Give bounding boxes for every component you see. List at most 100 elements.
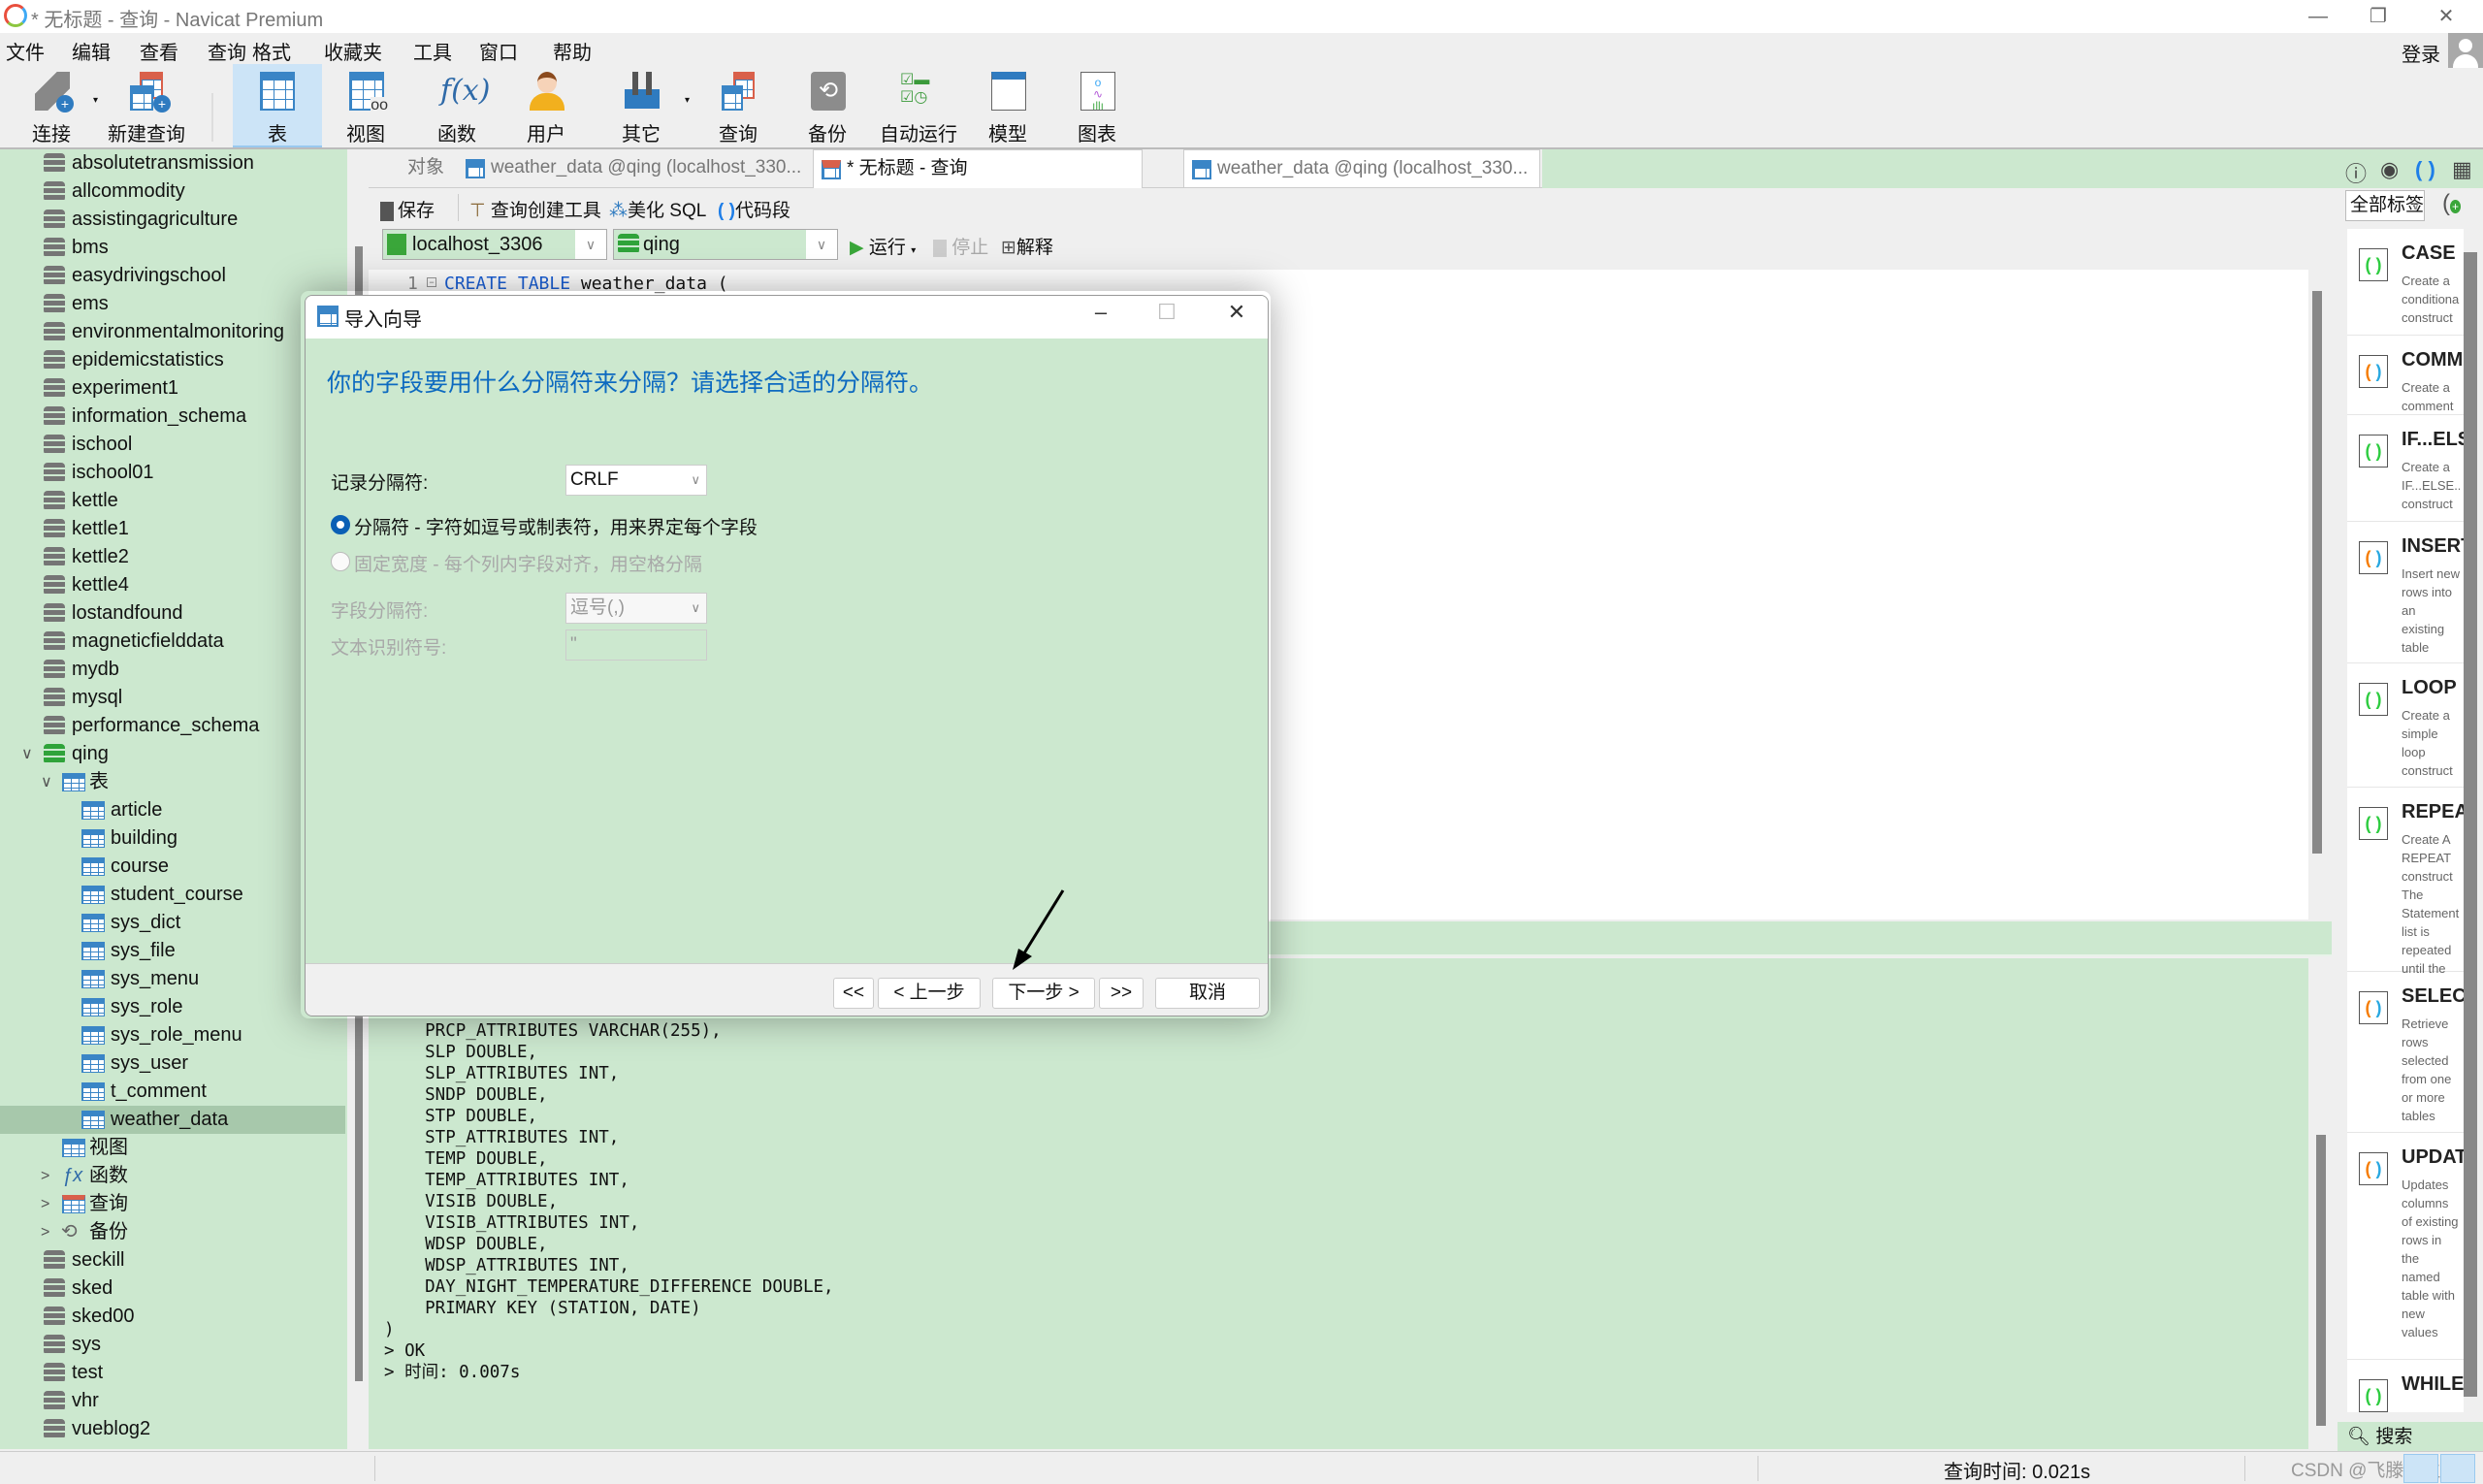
tree-database[interactable]: vueblog2 bbox=[0, 1415, 345, 1443]
tree-database[interactable]: easydrivingschool bbox=[0, 262, 345, 290]
tab-untitled-query[interactable]: * 无标题 - 查询 bbox=[813, 149, 1143, 188]
fixed-width-option-label[interactable]: 固定宽度 - 每个列内字段对齐，用空格分隔 bbox=[354, 550, 702, 576]
code-snippet-button[interactable]: ( )代码段 bbox=[718, 196, 790, 222]
tree-database[interactable]: environmentalmonitoring bbox=[0, 318, 345, 346]
tree-database-qing[interactable]: ∨ qing bbox=[0, 740, 345, 768]
record-delimiter-select[interactable]: CRLF ∨ bbox=[565, 465, 707, 496]
menu-tools[interactable]: 工具 bbox=[413, 37, 452, 65]
tree-table[interactable]: weather_data bbox=[0, 1106, 345, 1134]
tree-database[interactable]: information_schema bbox=[0, 403, 345, 431]
fixed-width-radio[interactable] bbox=[331, 552, 350, 571]
cancel-button[interactable]: 取消 bbox=[1155, 978, 1260, 1009]
toolbar-chart-button[interactable]: o ∿ ıllı 图表 bbox=[1055, 64, 1139, 147]
tag-filter-select[interactable]: 全部标签 ∨ bbox=[2345, 190, 2425, 221]
database-select[interactable]: qing ∨ bbox=[613, 229, 838, 260]
menu-view[interactable]: 查看 bbox=[140, 37, 178, 65]
close-button[interactable]: ✕ bbox=[2417, 0, 2475, 33]
eye-icon[interactable]: ◉ bbox=[2380, 157, 2399, 182]
tree-database[interactable]: sked bbox=[0, 1274, 345, 1303]
tree-table[interactable]: sys_role_menu bbox=[0, 1021, 345, 1049]
menu-file[interactable]: 文件 bbox=[6, 37, 45, 65]
info-icon[interactable]: ⓘ bbox=[2345, 157, 2367, 188]
menu-format[interactable]: 格式 bbox=[252, 37, 291, 65]
snippet-item[interactable]: ( ) SELECT Retrieve rows selected from one… bbox=[2347, 972, 2464, 1133]
snippet-item[interactable]: ( ) COMMENT Create a comment bbox=[2347, 336, 2464, 415]
tree-database[interactable]: vhr bbox=[0, 1387, 345, 1415]
snippet-search-input[interactable]: 🔍︎ 搜索 bbox=[2338, 1422, 2483, 1453]
tree-database[interactable]: ischool01 bbox=[0, 459, 345, 487]
tree-table[interactable]: course bbox=[0, 853, 345, 881]
tree-database[interactable]: ischool bbox=[0, 431, 345, 459]
tree-database[interactable]: mysql bbox=[0, 684, 345, 712]
tree-database[interactable]: magneticfielddata bbox=[0, 628, 345, 656]
tree-table[interactable]: building bbox=[0, 824, 345, 853]
save-button[interactable]: 保存 bbox=[380, 196, 435, 222]
chevron-right-icon[interactable]: > bbox=[41, 1162, 54, 1190]
minimize-button[interactable]: — bbox=[2289, 0, 2347, 33]
tree-database[interactable]: sys bbox=[0, 1331, 345, 1359]
menu-favorites[interactable]: 收藏夹 bbox=[324, 37, 382, 65]
toolbar-function-button[interactable]: f(x) 函数 bbox=[415, 64, 499, 147]
tree-database[interactable]: absolutetransmission bbox=[0, 149, 345, 177]
snippet-item[interactable]: ( ) WHILE bbox=[2347, 1360, 2464, 1412]
tree-group[interactable]: > 查询 bbox=[0, 1190, 345, 1218]
snippet-item[interactable]: ( ) REPEAT Create A REPEAT construct The S… bbox=[2347, 788, 2464, 976]
toolbar-query-button[interactable]: 查询 bbox=[696, 64, 780, 147]
grid-icon[interactable]: ▦ bbox=[2452, 157, 2472, 182]
menu-edit[interactable]: 编辑 bbox=[72, 37, 111, 65]
tree-database[interactable]: kettle4 bbox=[0, 571, 345, 599]
tree-database[interactable]: experiment1 bbox=[0, 374, 345, 403]
toolbar-new-query-button[interactable]: + 新建查询 bbox=[105, 64, 188, 147]
tree-database[interactable]: seckill bbox=[0, 1246, 345, 1274]
tree-database[interactable]: kettle2 bbox=[0, 543, 345, 571]
layout-single-icon[interactable] bbox=[2440, 1454, 2475, 1483]
tree-table[interactable]: sys_user bbox=[0, 1049, 345, 1078]
last-step-button[interactable]: >> bbox=[1099, 978, 1144, 1009]
snippet-icon[interactable]: ( ) bbox=[2415, 157, 2435, 182]
results-scrollbar-thumb[interactable] bbox=[2316, 1135, 2326, 1426]
toolbar-autorun-button[interactable]: ☑▬ ☑◷ 自动运行 bbox=[875, 64, 962, 147]
restore-button[interactable]: ❐ bbox=[2349, 0, 2407, 33]
tree-database[interactable]: allcommodity bbox=[0, 177, 345, 206]
tree-group[interactable]: > ƒx 函数 bbox=[0, 1162, 345, 1190]
snippet-item[interactable]: ( ) IF...ELSE Create a IF...ELSE... constr… bbox=[2347, 415, 2464, 522]
tree-database[interactable]: kettle1 bbox=[0, 515, 345, 543]
tab-weather-data-design[interactable]: weather_data @qing (localhost_330... bbox=[458, 149, 811, 188]
menu-window[interactable]: 窗口 bbox=[479, 37, 518, 65]
first-step-button[interactable]: << bbox=[833, 978, 874, 1009]
snippet-item[interactable]: ( ) UPDATE Updates columns of existing row… bbox=[2347, 1133, 2464, 1360]
menu-query[interactable]: 查询 bbox=[208, 37, 246, 65]
tree-database[interactable]: assistingagriculture bbox=[0, 206, 345, 234]
login-link[interactable]: 登录 bbox=[2402, 39, 2440, 67]
tree-database[interactable]: mydb bbox=[0, 656, 345, 684]
tree-group[interactable]: > ⟲ 备份 bbox=[0, 1218, 345, 1246]
add-snippet-icon[interactable]: (+ bbox=[2442, 190, 2462, 217]
toolbar-backup-button[interactable]: ⟲ 备份 bbox=[786, 64, 869, 147]
tree-database[interactable]: test bbox=[0, 1359, 345, 1387]
toolbar-model-button[interactable]: 模型 bbox=[966, 64, 1049, 147]
snippet-item[interactable]: ( ) LOOP Create a simple loop construct bbox=[2347, 663, 2464, 788]
avatar-icon[interactable] bbox=[2448, 33, 2483, 68]
toolbar-table-button[interactable]: 表 bbox=[233, 64, 322, 147]
run-button[interactable]: ▶ 运行 ▾ bbox=[850, 233, 916, 259]
tree-table[interactable]: t_comment bbox=[0, 1078, 345, 1106]
layout-split-icon[interactable] bbox=[2403, 1454, 2438, 1483]
tree-table[interactable]: sys_file bbox=[0, 937, 345, 965]
tab-objects[interactable]: 对象 bbox=[369, 149, 456, 188]
dialog-maximize-button[interactable]: ☐ bbox=[1147, 300, 1186, 325]
tree-database[interactable]: sked00 bbox=[0, 1303, 345, 1331]
tree-group-tables[interactable]: ∨ 表 bbox=[0, 768, 345, 796]
stop-button[interactable]: 停止 bbox=[933, 233, 988, 259]
chevron-right-icon[interactable]: > bbox=[41, 1218, 54, 1246]
tree-table[interactable]: sys_menu bbox=[0, 965, 345, 993]
tree-group[interactable]: 视图 bbox=[0, 1134, 345, 1162]
connection-select[interactable]: localhost_3306 ∨ bbox=[382, 229, 607, 260]
explain-button[interactable]: ⊞解释 bbox=[1001, 233, 1053, 259]
toolbar-view-button[interactable]: oo 视图 bbox=[324, 64, 407, 147]
tree-database[interactable]: ems bbox=[0, 290, 345, 318]
tree-table[interactable]: student_course bbox=[0, 881, 345, 909]
other-dropdown-icon[interactable]: ▾ bbox=[685, 95, 690, 106]
query-builder-button[interactable]: ⊤ 查询创建工具 bbox=[469, 196, 601, 222]
tree-database[interactable]: performance_schema bbox=[0, 712, 345, 740]
tree-database[interactable]: bms bbox=[0, 234, 345, 262]
